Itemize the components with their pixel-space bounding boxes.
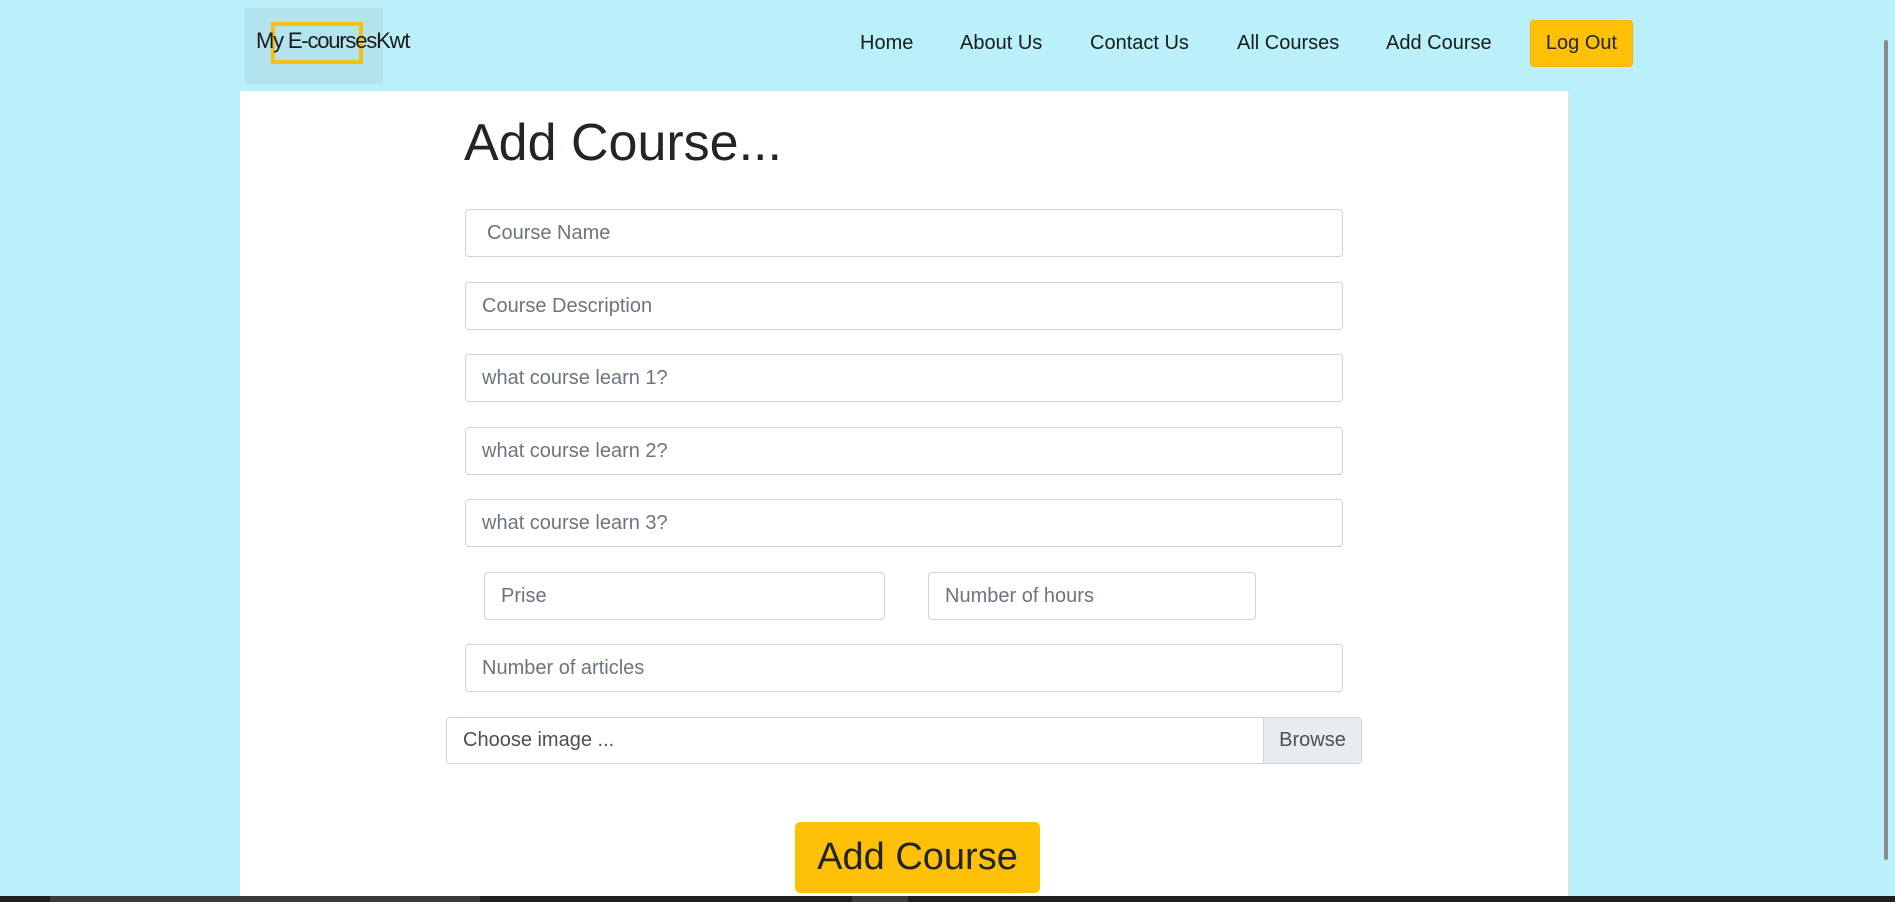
learn-2-input[interactable]: what course learn 2? xyxy=(465,427,1343,475)
articles-input[interactable]: Number of articles xyxy=(465,644,1343,692)
nav-home[interactable]: Home xyxy=(860,32,913,55)
scrollbar[interactable] xyxy=(1878,0,1895,896)
learn-3-input[interactable]: what course learn 3? xyxy=(465,499,1343,547)
file-label: Choose image ... xyxy=(463,729,615,751)
course-description-input[interactable]: Course Description xyxy=(465,282,1343,330)
image-file-input[interactable]: Choose image ... Browse xyxy=(446,717,1362,764)
top-navbar: My E-coursesKwt Home About Us Contact Us… xyxy=(0,0,1895,91)
bottom-bar xyxy=(0,896,1895,902)
nav-all-courses[interactable]: All Courses xyxy=(1237,32,1339,55)
price-input[interactable]: Prise xyxy=(484,572,885,620)
logout-button[interactable]: Log Out xyxy=(1530,20,1633,67)
course-name-input[interactable]: Course Name xyxy=(465,209,1343,257)
page-title: Add Course... xyxy=(464,114,782,172)
logo-text: My E-coursesKwt xyxy=(256,28,410,53)
nav-add-course[interactable]: Add Course xyxy=(1386,32,1492,55)
bottom-bar-segment xyxy=(852,896,908,902)
scrollbar-thumb[interactable] xyxy=(1884,40,1888,860)
nav-contact-us[interactable]: Contact Us xyxy=(1090,32,1189,55)
nav-about-us[interactable]: About Us xyxy=(960,32,1042,55)
browse-button[interactable]: Browse xyxy=(1263,718,1361,763)
site-logo[interactable]: My E-coursesKwt xyxy=(245,8,410,84)
learn-1-input[interactable]: what course learn 1? xyxy=(465,354,1343,402)
bottom-bar-segment xyxy=(50,896,480,902)
add-course-button[interactable]: Add Course xyxy=(795,822,1040,893)
hours-input[interactable]: Number of hours xyxy=(928,572,1256,620)
